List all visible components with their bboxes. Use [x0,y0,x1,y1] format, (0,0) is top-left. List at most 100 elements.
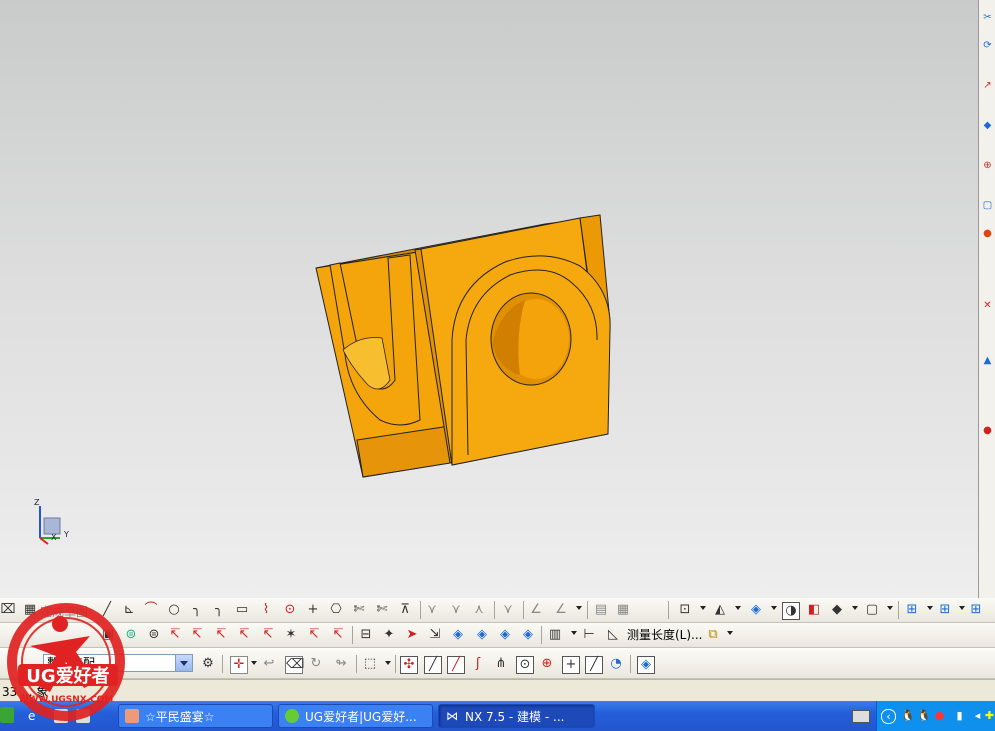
wcs-rotate-icon[interactable]: ⊞ [968,602,984,618]
measure-icon[interactable]: ▥ [547,627,563,643]
triad-x-label: X [51,533,57,542]
convert-icon[interactable]: ▤ [593,602,609,618]
sketch-toolbar: ⌧ ▦ 完成草图 ╱ ⊾ ⌒ ○ ╮ ╮ ▭ ⌇ ⊙ + ⎔ ✄ ✄ ⊼ ⋎ ⋎… [0,598,995,623]
qq-icon[interactable]: 🐧 [901,709,915,722]
snap-intersect-icon[interactable]: ⋔ [493,656,509,672]
snap-end-icon[interactable]: ✣ [400,656,418,674]
ugsnx-watermark-logo: UG爱好者 WWW.UGSNX.COM [7,603,125,721]
taskbar-item-chat[interactable]: ☆平民盛宴☆ [118,704,273,728]
measure-angle-icon[interactable]: ◺ [605,627,621,643]
bring-icon[interactable]: ↬ [333,656,349,672]
fit-view-icon[interactable]: ⊡ [677,602,693,618]
polyline-icon[interactable]: ⌇ [258,602,274,618]
check-clearance-icon[interactable]: ◈ [497,627,513,643]
point-icon[interactable]: + [305,602,321,618]
offset-icon[interactable]: ⎔ [328,602,344,618]
show-constraints-icon[interactable]: ∠ [528,602,544,618]
wcs-icon[interactable]: ⊞ [904,602,920,618]
background-icon[interactable]: ◑ [782,602,800,620]
constraint-dim-icon[interactable]: ⋎ [448,602,464,618]
fillet-icon[interactable]: ╮ [189,602,205,618]
taskbar-item-browser[interactable]: UG爱好者|UG爱好... [278,704,433,728]
resource-bar[interactable]: ✂ ⟳ ↗ ◆ ⊕ ▢ ● ✕ ▲ ● [978,0,995,598]
alert-icon[interactable]: ● [982,425,993,436]
undo-icon[interactable]: ↩ [261,656,277,672]
graphics-viewport[interactable]: Z X Y [0,0,978,598]
web-icon[interactable]: ⊕ [982,160,993,171]
select-all-icon[interactable]: ⚙ [200,656,216,672]
constraint-fix-icon[interactable]: ↸ [306,627,322,643]
mate-icon[interactable]: ⊜ [146,627,162,643]
eraser-icon[interactable]: ⌫ [285,656,304,674]
wcs-origin-icon[interactable]: ⊞ [937,602,953,618]
dimension-icon[interactable]: ⋎ [424,602,440,618]
reuse-icon[interactable]: ◆ [982,120,993,131]
navigator-icon[interactable]: ✂ [982,12,993,23]
part-icon[interactable]: ▢ [982,200,993,211]
trim-icon[interactable]: ✄ [351,602,367,618]
snap-line-icon[interactable]: ╱ [424,656,442,674]
redo-icon[interactable]: ↻ [308,656,324,672]
measure-distance-icon[interactable]: ⊢ [581,627,597,643]
constraint-align-icon[interactable]: ↸ [236,627,252,643]
selection-toolbar: 整个装配 ⚙ ✛ ↩ ⌫ ↻ ↬ ⬚ ✣ ╱ ╱ ʃ ⋔ ⊙ ⊕ + ╱ ◔ ◈ [0,650,995,679]
geometric-constraint-icon[interactable]: ⋏ [471,602,487,618]
taskbar-item-label: UG爱好者|UG爱好... [305,710,417,724]
ellipse-icon[interactable]: ⊙ [282,602,298,618]
extend-icon[interactable]: ✄ [374,602,390,618]
corner-icon[interactable]: ⊼ [397,602,413,618]
keyboard-icon[interactable] [852,710,870,723]
snap-center-icon[interactable]: ⊙ [516,656,534,674]
sequence-icon[interactable]: ⇲ [427,627,443,643]
snap-face-icon[interactable]: ◔ [608,656,624,672]
snap-control-icon[interactable]: ʃ [470,656,486,672]
chamfer-icon[interactable]: ╮ [211,602,227,618]
network-icon[interactable]: ▮ [953,709,966,722]
wave-icon[interactable]: ◈ [450,627,466,643]
render-style-icon[interactable]: ◭ [712,602,728,618]
alternate-solution-icon[interactable]: ▦ [615,602,631,618]
update-icon[interactable]: ✚ [983,709,995,722]
array-icon[interactable]: ⊟ [358,627,374,643]
history-palette-icon[interactable]: ▲ [982,355,993,366]
snap-quadrant-icon[interactable]: ⊕ [539,656,555,672]
explode-icon[interactable]: ➤ [404,627,420,643]
circle-icon[interactable]: ○ [166,602,182,618]
role-icon[interactable]: ● [982,228,993,239]
system-icon[interactable]: ✕ [982,300,993,311]
clearance-icon[interactable]: ◈ [474,627,490,643]
part-model[interactable] [0,0,978,598]
constraint-center-icon[interactable]: ✶ [283,627,299,643]
snap-existing-icon[interactable]: + [562,656,580,674]
history-icon[interactable]: ⟳ [982,40,993,51]
tray-expand-icon[interactable]: ‹ [881,709,896,724]
auto-constraint-icon[interactable]: ⋎ [500,602,516,618]
taskbar-item-nx[interactable]: ⋈ NX 7.5 - 建模 - ... [438,704,595,728]
chevron-down-icon[interactable] [175,655,192,671]
qq2-icon[interactable]: 🐧 [917,709,931,722]
snap-body-icon[interactable]: ◈ [637,656,655,674]
snap-mid-icon[interactable]: ╱ [447,656,465,674]
weight-icon[interactable]: ◈ [520,627,536,643]
layer-icon[interactable]: ▢ [864,602,880,618]
mirror-icon[interactable]: ∠ [553,602,569,618]
tray-app-icon[interactable]: ● [933,709,946,722]
reposition-icon[interactable]: ↸ [189,627,205,643]
shaded-icon[interactable]: ◈ [748,602,764,618]
measure-body-icon[interactable]: ⧉ [705,627,721,643]
mirror-assembly-icon[interactable]: ✦ [381,627,397,643]
edit-section-icon[interactable]: ◧ [806,602,822,618]
constraint-angle-icon[interactable]: ↸ [260,627,276,643]
constraint-fit-icon[interactable]: ↸ [330,627,346,643]
rectangle-select-icon[interactable]: ⬚ [362,656,378,672]
move-component-icon[interactable]: ↸ [167,627,183,643]
view-section-icon[interactable]: ◆ [829,602,845,618]
constraint-touch-icon[interactable]: ↸ [213,627,229,643]
constraint-icon[interactable]: ↗ [982,80,993,91]
arc-icon[interactable]: ⌒ [143,602,159,618]
triad-y-label: Y [64,530,69,539]
rectangle-icon[interactable]: ▭ [234,602,250,618]
snap-on-curve-icon[interactable]: ╱ [585,656,603,674]
snap-point-icon[interactable]: ✛ [230,656,248,674]
measure-length-button[interactable]: 测量长度(L)... [627,628,703,642]
